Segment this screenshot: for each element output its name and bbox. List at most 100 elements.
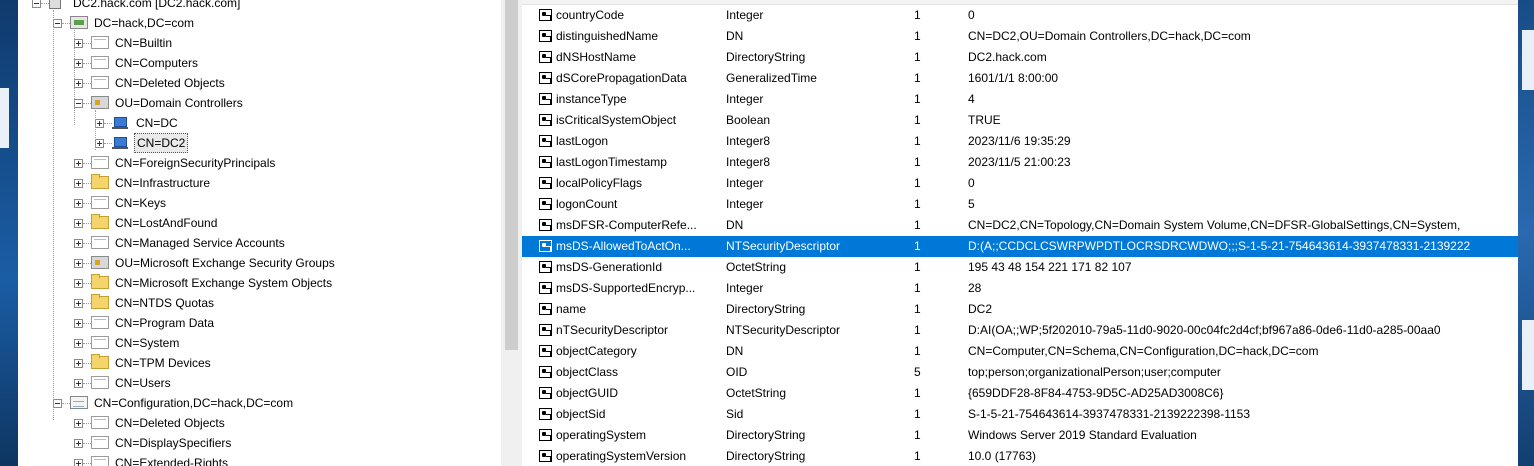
attribute-row[interactable]: logonCount Integer 1 5 [522,194,1518,215]
tree-item[interactable]: CN=Configuration,DC=hack,DC=com [18,393,498,413]
expand-icon[interactable] [74,419,83,428]
expand-icon[interactable] [74,239,83,248]
attribute-row[interactable]: dSCorePropagationData GeneralizedTime 1 160… [522,68,1518,89]
attribute-list-pane[interactable]: countryCode Integer 1 0 distinguishedName DN 1… [522,0,1518,466]
attribute-row[interactable]: msDS-GenerationId OctetString 1 195 43 48 1… [522,257,1518,278]
attribute-row[interactable]: operatingSystemVersion DirectoryString 1 10… [522,446,1518,466]
tree-item[interactable]: CN=Deleted Objects [18,413,498,433]
expand-icon[interactable] [74,39,83,48]
tree-item[interactable]: CN=Microsoft Exchange System Objects [18,273,498,293]
expand-icon[interactable] [74,379,83,388]
tree-scrollbar[interactable] [505,0,518,350]
tree-item[interactable]: CN=Program Data [18,313,498,333]
expand-icon[interactable] [74,199,83,208]
expand-icon[interactable] [95,139,104,148]
attribute-count: 1 [914,428,921,442]
attribute-name: objectClass [556,365,619,379]
expand-icon[interactable] [74,319,83,328]
tree-item[interactable]: DC=hack,DC=com [18,13,498,33]
expand-icon[interactable] [74,79,83,88]
attribute-row[interactable]: lastLogon Integer8 1 2023/11/6 19:35:29 [522,131,1518,152]
attribute-row[interactable]: objectGUID OctetString 1 {659DDF28-8F84-475… [522,383,1518,404]
attribute-row[interactable]: msDS-AllowedToActOn... NTSecurityDescript… [522,236,1518,257]
tree-item[interactable]: CN=Builtin [18,33,498,53]
collapse-icon[interactable] [74,99,83,108]
tree-item[interactable]: CN=Infrastructure [18,173,498,193]
tree-item[interactable]: DC2.hack.com [DC2.hack.com] [18,0,498,13]
tree-item-label: CN=Keys [115,196,167,210]
tree-item[interactable]: OU=Domain Controllers [18,93,498,113]
tree-item[interactable]: CN=Computers [18,53,498,73]
expand-icon[interactable] [74,339,83,348]
attribute-row[interactable]: localPolicyFlags Integer 1 0 [522,173,1518,194]
expand-icon[interactable] [95,119,104,128]
expand-icon[interactable] [74,259,83,268]
computer-icon [112,116,130,129]
expand-icon[interactable] [74,59,83,68]
attribute-row[interactable]: msDFSR-ComputerRefe... DN 1 CN=DC2,CN=Topol… [522,215,1518,236]
tree-item-label: CN=Configuration,DC=hack,DC=com [94,396,294,410]
attribute-syntax: Sid [726,407,744,421]
expand-icon[interactable] [74,459,83,466]
attribute-syntax: DirectoryString [726,50,806,64]
collapse-icon[interactable] [53,19,62,28]
tree-item[interactable]: CN=DC2 [18,133,498,153]
attribute-row[interactable]: objectCategory DN 1 CN=Computer,CN=Schema,C… [522,341,1518,362]
expand-icon[interactable] [74,219,83,228]
tree-item[interactable]: CN=TPM Devices [18,353,498,373]
attribute-name: operatingSystem [556,428,647,442]
expand-icon[interactable] [74,279,83,288]
attribute-name: countryCode [556,8,625,22]
attribute-name: localPolicyFlags [556,176,643,190]
attribute-row[interactable]: name DirectoryString 1 DC2 [522,299,1518,320]
attribute-syntax: DN [726,218,744,232]
expand-icon[interactable] [74,439,83,448]
attribute-row[interactable]: operatingSystem DirectoryString 1 Windows S… [522,425,1518,446]
tree-item[interactable]: CN=DC [18,113,498,133]
object-tree-pane[interactable]: DC2.hack.com [DC2.hack.com] DC=hack,DC=co… [18,0,501,466]
attribute-row[interactable]: dNSHostName DirectoryString 1 DC2.hack.com [522,47,1518,68]
attribute-count: 1 [914,323,921,337]
attribute-row[interactable]: instanceType Integer 1 4 [522,89,1518,110]
attribute-row[interactable]: objectClass OID 5 top;person;organizational… [522,362,1518,383]
attribute-row[interactable]: isCriticalSystemObject Boolean 1 TRUE [522,110,1518,131]
tree-item[interactable]: CN=Extended-Rights [18,453,498,466]
attribute-row[interactable]: msDS-SupportedEncryp... Integer 1 28 [522,278,1518,299]
attribute-icon [539,156,552,168]
tree-item[interactable]: CN=LostAndFound [18,213,498,233]
tree-item-label: OU=Domain Controllers [115,96,243,110]
tree-item[interactable]: CN=Users [18,373,498,393]
attribute-count: 1 [914,407,921,421]
collapse-icon[interactable] [32,0,41,8]
expand-icon[interactable] [74,359,83,368]
tree-item[interactable]: CN=Deleted Objects [18,73,498,93]
attribute-row[interactable]: lastLogonTimestamp Integer8 1 2023/11/5 21:… [522,152,1518,173]
expand-icon[interactable] [74,179,83,188]
attribute-value: TRUE [968,113,1001,127]
container-icon [91,336,109,349]
attribute-row[interactable]: objectSid Sid 1 S-1-5-21-754643614-39374783… [522,404,1518,425]
attribute-icon [539,219,552,231]
attribute-row[interactable]: nTSecurityDescriptor NTSecurityDescriptor… [522,320,1518,341]
attribute-name: dNSHostName [556,50,637,64]
expand-icon[interactable] [74,159,83,168]
tree-item[interactable]: OU=Microsoft Exchange Security Groups [18,253,498,273]
attribute-icon [539,198,552,210]
attribute-row[interactable]: countryCode Integer 1 0 [522,5,1518,26]
tree-item[interactable]: CN=NTDS Quotas [18,293,498,313]
tree-item[interactable]: CN=ForeignSecurityPrincipals [18,153,498,173]
attribute-icon [539,324,552,336]
attribute-value: 0 [968,176,975,190]
tree-item-label: CN=DisplaySpecifiers [115,436,232,450]
attribute-syntax: Integer [726,281,764,295]
attribute-icon [539,345,552,357]
attribute-row[interactable]: distinguishedName DN 1 CN=DC2,OU=Domain Con… [522,26,1518,47]
tree-item[interactable]: CN=Managed Service Accounts [18,233,498,253]
pane-splitter[interactable] [501,0,522,466]
desktop-icon-fragment [0,88,9,148]
expand-icon[interactable] [74,299,83,308]
tree-item[interactable]: CN=DisplaySpecifiers [18,433,498,453]
tree-item[interactable]: CN=System [18,333,498,353]
tree-item[interactable]: CN=Keys [18,193,498,213]
collapse-icon[interactable] [53,399,62,408]
